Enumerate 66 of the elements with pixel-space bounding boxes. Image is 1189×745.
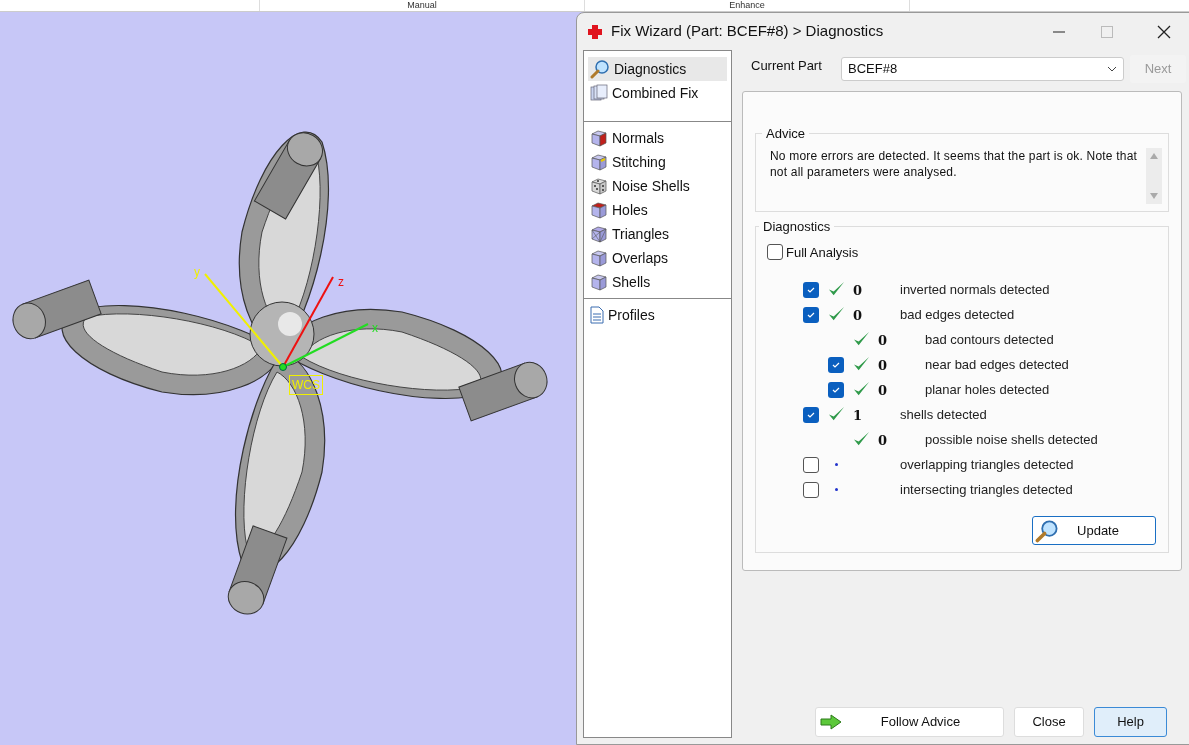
checkbox[interactable] xyxy=(803,406,819,423)
count-text: 0 xyxy=(853,307,863,323)
diagnostic-label: overlapping triangles detected xyxy=(900,455,1074,474)
count-text: 1 xyxy=(853,407,863,423)
sidebar-item[interactable]: Combined Fix xyxy=(588,81,727,105)
checkbox[interactable] xyxy=(828,381,844,398)
cube-icon xyxy=(590,129,608,147)
current-part-dropdown[interactable]: BCEF#8 xyxy=(841,57,1124,81)
sidebar-item[interactable]: Overlaps xyxy=(588,246,727,270)
checkbox-label: Full Analysis xyxy=(786,243,859,262)
cube-icon xyxy=(590,177,608,195)
count-text: 0 xyxy=(878,357,888,373)
sidebar-item[interactable]: Profiles xyxy=(588,303,727,327)
dialog-button[interactable]: Close xyxy=(1014,707,1084,737)
cube-icon xyxy=(590,225,608,243)
diagnostic-label: bad edges detected xyxy=(900,305,1015,324)
diagnostic-label: shells detected xyxy=(900,405,987,424)
advice-text: No more errors are detected. It seems that the part is ok. Note that not all parameters were analysed. xyxy=(770,147,1139,181)
sidebar-item[interactable]: Triangles xyxy=(588,222,727,246)
checkbox[interactable] xyxy=(803,281,819,298)
sidebar-item[interactable]: Noise Shells xyxy=(588,174,727,198)
checkbox[interactable] xyxy=(828,356,844,373)
sidebar-item[interactable]: Shells xyxy=(588,270,727,294)
group-title: Diagnostics xyxy=(762,218,832,236)
magnifier-icon xyxy=(1035,518,1059,543)
group-title: Advice xyxy=(765,125,807,143)
column-header[interactable]: Enhance xyxy=(585,0,910,11)
chevron-down-icon xyxy=(1107,66,1117,72)
cube-icon xyxy=(590,201,608,219)
diagnostic-label: near bad edges detected xyxy=(925,355,1069,374)
diagnostic-label: bad contours detected xyxy=(925,330,1054,349)
first-aid-cross-icon xyxy=(587,23,603,40)
window-title: Fix Wizard (Part: BCEF#8) > Diagnostics xyxy=(611,21,884,42)
current-part-label: Current Part xyxy=(751,57,823,75)
sidebar-item[interactable]: Holes xyxy=(588,198,727,222)
sidebar-item[interactable]: Stitching xyxy=(588,150,727,174)
checkbox[interactable] xyxy=(803,481,819,498)
arrow-right-icon xyxy=(820,714,842,730)
diagnostic-label: possible noise shells detected xyxy=(925,430,1098,449)
cube-icon xyxy=(590,153,608,171)
origin-point-icon xyxy=(279,363,287,371)
checkbox[interactable] xyxy=(767,244,783,261)
count-text: 0 xyxy=(878,432,888,448)
axis-label: x xyxy=(372,322,378,334)
sidebar-item[interactable]: Normals xyxy=(588,126,727,150)
pages-icon xyxy=(590,84,608,102)
diagnostic-label: intersecting triangles detected xyxy=(900,480,1073,499)
update-button[interactable]: Update xyxy=(1032,516,1156,545)
cube-icon xyxy=(590,249,608,267)
sidebar-item[interactable]: Diagnostics xyxy=(588,57,727,81)
checkbox[interactable] xyxy=(803,306,819,323)
magnifier-icon xyxy=(590,59,610,79)
axis-label: z xyxy=(338,276,344,288)
column-header[interactable]: Manual xyxy=(260,0,585,11)
close-icon[interactable] xyxy=(1157,24,1171,39)
checkbox[interactable] xyxy=(803,456,819,473)
follow-advice-button[interactable]: Follow Advice xyxy=(815,707,1004,737)
axis-label: y xyxy=(194,266,200,278)
diagnostic-label: inverted normals detected xyxy=(900,280,1050,299)
dialog-button[interactable]: Help xyxy=(1094,707,1167,737)
diagnostic-label: planar holes detected xyxy=(925,380,1050,399)
document-icon xyxy=(590,306,604,324)
count-text: 0 xyxy=(878,382,888,398)
count-text: 0 xyxy=(878,332,888,348)
count-text: 0 xyxy=(853,282,863,298)
cube-icon xyxy=(590,273,608,291)
